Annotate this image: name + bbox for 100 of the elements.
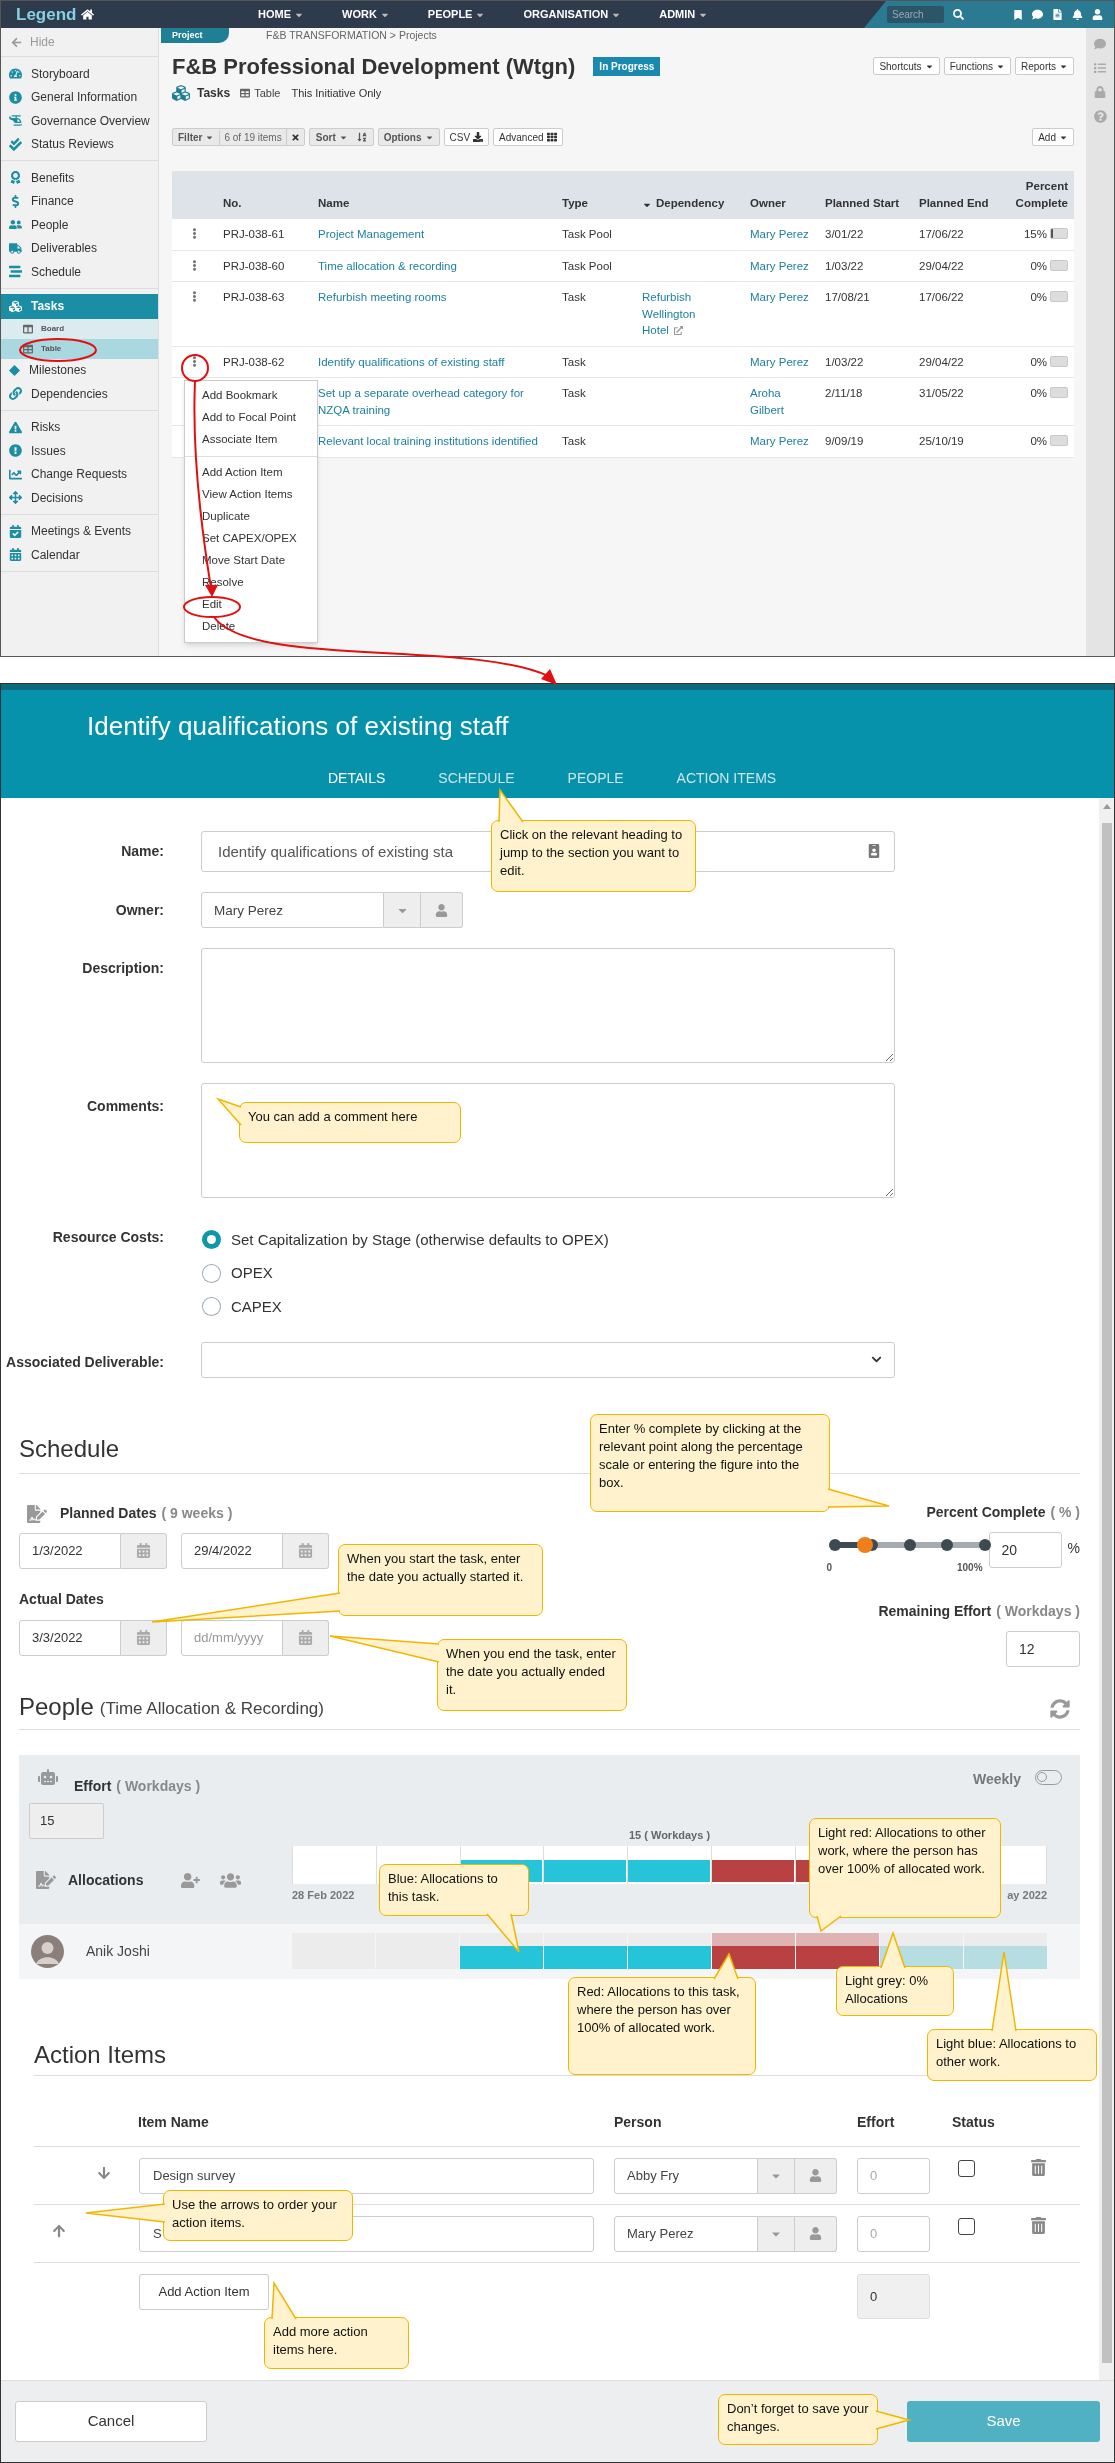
home-icon[interactable] bbox=[81, 8, 95, 21]
radio-button[interactable] bbox=[202, 1263, 221, 1283]
owner-link[interactable]: Mary Perez bbox=[750, 226, 813, 243]
menu-item[interactable]: View Action Items bbox=[185, 484, 317, 506]
bell-icon[interactable] bbox=[1072, 9, 1083, 20]
cancel-button[interactable]: Cancel bbox=[15, 2401, 207, 2442]
person-button[interactable] bbox=[421, 892, 463, 928]
remaining-effort-field[interactable]: 12 bbox=[1006, 1630, 1080, 1667]
lock-icon[interactable] bbox=[1094, 86, 1106, 98]
status-checkbox[interactable] bbox=[958, 2217, 975, 2235]
radio-label[interactable]: CAPEX bbox=[231, 1295, 282, 1318]
sidebar-item[interactable]: Schedule bbox=[1, 260, 158, 284]
section-tab[interactable]: Project bbox=[161, 28, 229, 43]
effort-field[interactable]: 15 bbox=[29, 1802, 104, 1839]
date-field[interactable]: 29/4/2022 bbox=[181, 1532, 283, 1569]
sidebar-item[interactable]: Calendar bbox=[1, 543, 158, 567]
nav-menu[interactable]: HOME bbox=[258, 6, 304, 23]
radio-label[interactable]: OPEX bbox=[231, 1262, 273, 1285]
percent-field[interactable]: 20 bbox=[988, 1531, 1062, 1568]
owner-link[interactable]: Mary Perez bbox=[750, 257, 813, 274]
owner-link[interactable]: Mary Perez bbox=[750, 353, 813, 370]
search-field[interactable]: Search bbox=[887, 6, 944, 23]
description-field[interactable] bbox=[201, 948, 895, 1063]
owner-link[interactable]: Mary Perez bbox=[750, 289, 813, 306]
menu-item[interactable]: Add Action Item bbox=[185, 462, 317, 484]
sidebar-item[interactable]: Status Reviews bbox=[1, 132, 158, 156]
sidebar-item[interactable]: Decisions bbox=[1, 486, 158, 510]
sidebar-item[interactable]: Deliverables bbox=[1, 236, 158, 260]
sidebar-item[interactable]: General Information bbox=[1, 85, 158, 109]
view-mode[interactable]: Table bbox=[254, 84, 281, 102]
effort-field[interactable]: 0 bbox=[857, 2157, 930, 2194]
menu-item[interactable]: Add Bookmark bbox=[185, 385, 317, 407]
radio-button[interactable] bbox=[202, 1230, 221, 1250]
tab[interactable]: DETAILS bbox=[328, 768, 386, 789]
column-header[interactable]: Owner bbox=[744, 194, 819, 212]
search-icon[interactable] bbox=[953, 9, 964, 20]
item-name-field[interactable]: Design survey bbox=[139, 2157, 594, 2194]
dropdown-button[interactable]: Shortcuts bbox=[873, 57, 940, 75]
sidebar-subitem[interactable]: Board bbox=[1, 318, 158, 339]
date-field[interactable]: 3/3/2022 bbox=[19, 1619, 121, 1656]
sidebar-item[interactable]: Storyboard bbox=[1, 62, 158, 86]
calendar-button[interactable] bbox=[283, 1532, 329, 1569]
dropdown-button[interactable] bbox=[758, 2157, 795, 2194]
csv-button[interactable]: CSV bbox=[443, 128, 490, 146]
owner-link[interactable]: Mary Perez bbox=[750, 433, 813, 450]
calendar-button[interactable] bbox=[121, 1532, 167, 1569]
column-header[interactable]: Name bbox=[312, 194, 556, 212]
sidebar-item[interactable]: Risks bbox=[1, 415, 158, 439]
deliverable-select[interactable] bbox=[201, 1341, 895, 1378]
task-link[interactable]: Project Management bbox=[318, 226, 550, 243]
person-button[interactable] bbox=[795, 2215, 837, 2252]
logo[interactable]: Legend bbox=[16, 1, 77, 28]
sidebar-item[interactable]: Governance Overview bbox=[1, 109, 158, 133]
table-row[interactable]: PRJ-038-60 Time allocation & recording Task Pool Mary Perez 1/03/22 29/04/22 0% bbox=[172, 250, 1074, 282]
trash-icon[interactable] bbox=[1030, 2216, 1047, 2234]
radio-label[interactable]: Set Capitalization by Stage (otherwise defaults to OPEX) bbox=[231, 1228, 609, 1251]
trash-icon[interactable] bbox=[1030, 2158, 1047, 2176]
radio-button[interactable] bbox=[202, 1297, 221, 1317]
comments-field[interactable] bbox=[201, 1083, 895, 1198]
advanced-button[interactable]: Advanced bbox=[493, 128, 563, 146]
task-link[interactable]: Identify qualifications of existing staff bbox=[318, 353, 550, 370]
nav-menu[interactable]: ADMIN bbox=[659, 6, 709, 23]
column-header[interactable]: Type bbox=[556, 194, 636, 212]
column-header[interactable]: No. bbox=[217, 194, 312, 212]
nav-menu[interactable]: ORGANISATION bbox=[523, 6, 622, 23]
help-icon[interactable] bbox=[1093, 110, 1107, 123]
column-header[interactable]: Planned Start bbox=[819, 194, 913, 212]
dependency-link[interactable]: Refurbish Wellington Hotel bbox=[642, 289, 714, 339]
menu-item[interactable]: Duplicate bbox=[185, 506, 317, 528]
arrow-down-icon[interactable] bbox=[97, 2165, 111, 2180]
task-link[interactable]: Time allocation & recording bbox=[318, 257, 550, 274]
dropdown-button[interactable] bbox=[758, 2215, 795, 2252]
column-header[interactable]: Percent Complete bbox=[1003, 177, 1074, 212]
sidebar-item[interactable]: Dependencies bbox=[1, 382, 158, 406]
sidebar-item[interactable]: Change Requests bbox=[1, 462, 158, 486]
column-header[interactable]: Dependency bbox=[636, 194, 744, 212]
owner-field[interactable]: Mary Perez bbox=[201, 892, 384, 928]
menu-item[interactable]: Add to Focal Point bbox=[185, 407, 317, 429]
menu-item[interactable]: Edit bbox=[185, 594, 317, 616]
comment-icon[interactable] bbox=[1032, 9, 1043, 20]
dropdown-button[interactable]: Reports bbox=[1015, 57, 1074, 75]
date-field[interactable]: 1/3/2022 bbox=[19, 1532, 121, 1569]
person-field[interactable]: Abby Fry bbox=[614, 2157, 758, 2194]
column-header[interactable]: Planned End bbox=[913, 194, 1003, 212]
refresh-icon[interactable] bbox=[1050, 1698, 1070, 1719]
sidebar-item[interactable]: Finance bbox=[1, 189, 158, 213]
table-row[interactable]: PRJ-038-62 Identify qualifications of existing staff Task Mary Perez 1/03/22 29/04/22 0% bbox=[172, 346, 1074, 378]
effort-field[interactable]: 0 bbox=[857, 2215, 930, 2252]
nav-menu[interactable]: WORK bbox=[342, 6, 390, 23]
user-icon[interactable] bbox=[1092, 9, 1103, 20]
task-link[interactable]: Set up a separate overhead category for NZQA training bbox=[318, 385, 550, 418]
options-button[interactable]: Options bbox=[377, 128, 440, 146]
add-person-icon[interactable] bbox=[181, 1870, 201, 1890]
sidebar-item[interactable]: People bbox=[1, 213, 158, 237]
dropdown-button[interactable]: Functions bbox=[943, 57, 1011, 75]
task-link[interactable]: Relevant local training institutions identified bbox=[318, 433, 550, 450]
arrow-up-icon[interactable] bbox=[52, 2223, 66, 2238]
person-button[interactable] bbox=[795, 2157, 837, 2194]
calendar-button[interactable] bbox=[283, 1619, 329, 1656]
list-icon[interactable] bbox=[1094, 62, 1106, 74]
